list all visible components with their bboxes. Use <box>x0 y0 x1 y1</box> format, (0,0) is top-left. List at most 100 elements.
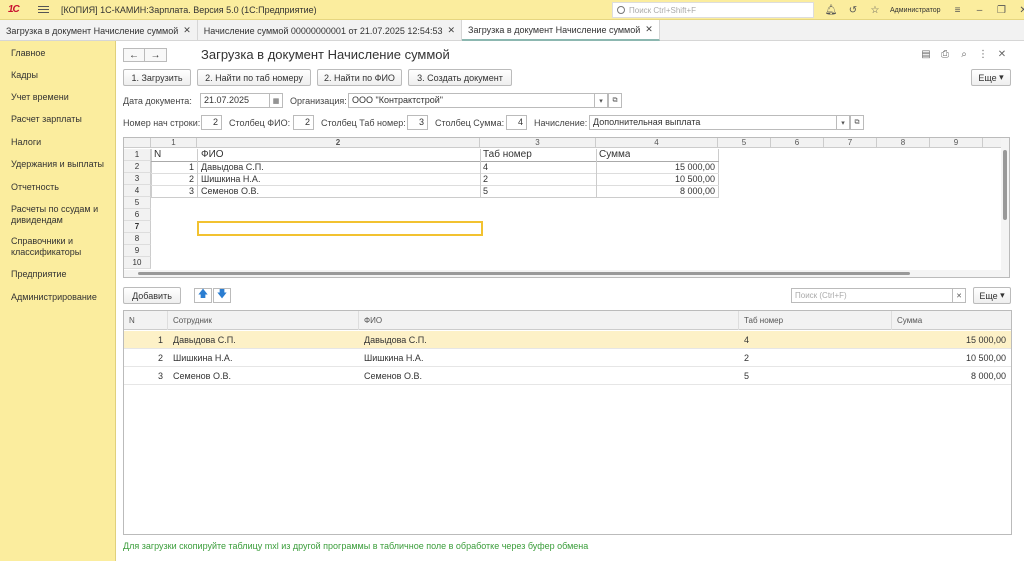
forward-button[interactable]: → <box>145 48 167 62</box>
table-row[interactable]: 3 Семенов О.В. Семенов О.В. 5 8 000,00 <box>124 367 1011 385</box>
settings-menu-icon[interactable]: ≡ <box>947 0 969 20</box>
find-by-tab-button[interactable]: 2. Найти по таб номеру <box>197 69 311 86</box>
table-row[interactable]: 1 Давыдова С.П. Давыдова С.П. 4 15 000,0… <box>124 331 1011 349</box>
accrual-dropdown-icon[interactable]: ▾ <box>836 115 850 130</box>
sheet-col-header[interactable]: 5 <box>718 138 771 148</box>
sheet-cell[interactable]: 2 <box>483 173 488 185</box>
sidebar-item-taxes[interactable]: Налоги <box>11 137 111 148</box>
back-button[interactable]: ← <box>123 48 145 62</box>
sheet-cell[interactable]: 5 <box>483 185 488 197</box>
sidebar-item-reports[interactable]: Отчетность <box>11 182 111 193</box>
sidebar-item-deductions[interactable]: Удержания и выплаты <box>11 159 111 170</box>
sheet-cell-fio-header[interactable]: ФИО <box>201 149 224 161</box>
sheet-cell-tab-header[interactable]: Таб номер <box>483 149 532 161</box>
close-tab-icon[interactable]: ✕ <box>645 24 653 35</box>
close-tab-icon[interactable]: ✕ <box>183 25 191 36</box>
column-header-employee[interactable]: Сотрудник <box>168 311 359 330</box>
restore-icon[interactable]: ❐ <box>991 0 1013 20</box>
sheet-row-header[interactable]: 10 <box>124 257 151 269</box>
selected-cell[interactable] <box>197 221 483 236</box>
accrual-open-icon[interactable]: ⧉ <box>850 115 864 130</box>
more-vertical-icon[interactable]: ⋮ <box>976 48 990 61</box>
star-icon[interactable]: ☆ <box>864 0 886 20</box>
org-field[interactable]: ООО "Контрактстрой" <box>348 93 596 108</box>
sheet-vertical-scrollbar[interactable] <box>1001 138 1009 272</box>
sheet-cell[interactable]: 8 000,00 <box>599 185 715 197</box>
tab-load-1[interactable]: Загрузка в документ Начисление суммой ✕ <box>0 20 198 41</box>
bell-icon[interactable]: 🔔︎ <box>820 0 842 20</box>
tab-col-field[interactable]: 3 <box>407 115 428 130</box>
more-button[interactable]: Еще ▾ <box>971 69 1011 86</box>
find-by-fio-button[interactable]: 2. Найти по ФИО <box>317 69 402 86</box>
sheet-col-header[interactable]: 2 <box>197 138 480 148</box>
close-window-icon[interactable]: ✕ <box>1013 0 1024 20</box>
sheet-row-header[interactable]: 8 <box>124 233 151 245</box>
user-name[interactable]: Администратор <box>890 7 941 14</box>
sheet-row-header[interactable]: 5 <box>124 197 151 209</box>
calendar-icon[interactable]: ▦ <box>269 93 283 108</box>
doc-date-field[interactable]: 21.07.2025 <box>200 93 271 108</box>
sheet-cell[interactable]: 10 500,00 <box>599 173 715 185</box>
move-up-icon[interactable]: 🡅︎ <box>194 288 212 303</box>
load-button[interactable]: 1. Загрузить <box>123 69 191 86</box>
sheet-col-header[interactable]: 4 <box>596 138 718 148</box>
sheet-cell[interactable]: 3 <box>151 185 194 197</box>
preview-icon[interactable]: ⌕ <box>957 48 971 61</box>
sheet-col-header[interactable]: 7 <box>824 138 877 148</box>
move-down-icon[interactable]: 🡇︎ <box>213 288 231 303</box>
menu-icon[interactable] <box>38 6 49 13</box>
sheet-cell[interactable]: 2 <box>151 173 194 185</box>
print-icon[interactable]: ⎙ <box>938 48 952 61</box>
column-header-tab[interactable]: Таб номер <box>739 311 892 330</box>
sheet-row-header[interactable]: 4 <box>124 185 151 197</box>
fio-col-field[interactable]: 2 <box>293 115 314 130</box>
sheet-col-header[interactable]: 8 <box>877 138 930 148</box>
sidebar-item-time[interactable]: Учет времени <box>11 92 111 103</box>
sheet-col-header[interactable]: 3 <box>480 138 596 148</box>
global-search-input[interactable]: Поиск Ctrl+Shift+F <box>612 2 814 18</box>
sheet-cell[interactable]: Давыдова С.П. <box>201 161 264 173</box>
add-button[interactable]: Добавить <box>123 287 181 304</box>
sheet-row-header[interactable]: 2 <box>124 161 151 173</box>
sum-col-field[interactable]: 4 <box>506 115 527 130</box>
sheet-col-header[interactable]: 9 <box>930 138 983 148</box>
sheet-row-header[interactable]: 6 <box>124 209 151 221</box>
table-more-button[interactable]: Еще ▾ <box>973 287 1011 304</box>
create-document-button[interactable]: 3. Создать документ <box>408 69 512 86</box>
column-header-sum[interactable]: Сумма <box>892 311 1011 330</box>
sidebar-item-enterprise[interactable]: Предприятие <box>11 269 111 280</box>
org-open-icon[interactable]: ⧉ <box>608 93 622 108</box>
sheet-cell[interactable]: 1 <box>151 161 194 173</box>
scroll-thumb[interactable] <box>138 272 910 275</box>
minimize-icon[interactable]: – <box>969 0 991 20</box>
column-header-fio[interactable]: ФИО <box>359 311 739 330</box>
sheet-row-header[interactable]: 3 <box>124 173 151 185</box>
spreadsheet[interactable]: 1 2 3 4 5 6 7 8 9 1 2 3 4 5 6 7 8 9 10 N… <box>123 137 1010 278</box>
sidebar-item-hr[interactable]: Кадры <box>11 70 111 81</box>
save-icon[interactable]: ▤ <box>919 48 933 61</box>
clear-search-icon[interactable]: ✕ <box>952 288 966 303</box>
sidebar-item-loans[interactable]: Расчеты по ссудам и дивидендам <box>11 204 111 226</box>
sheet-row-header[interactable]: 1 <box>124 149 151 161</box>
sheet-cell-n-header[interactable]: N <box>154 149 161 161</box>
tab-accrual-doc[interactable]: Начисление суммой 00000000001 от 21.07.2… <box>198 20 463 41</box>
sheet-cell-sum-header[interactable]: Сумма <box>599 149 630 161</box>
column-header-n[interactable]: N <box>124 311 168 330</box>
close-tab-icon[interactable]: ✕ <box>447 25 455 36</box>
sheet-cell[interactable]: 15 000,00 <box>599 161 715 173</box>
accrual-field[interactable]: Дополнительная выплата <box>589 115 839 130</box>
sidebar-item-admin[interactable]: Администрирование <box>11 292 111 303</box>
sidebar-item-catalogs[interactable]: Справочники и классификаторы <box>11 236 111 258</box>
sheet-cell[interactable]: Семенов О.В. <box>201 185 259 197</box>
sheet-cell[interactable]: Шишкина Н.А. <box>201 173 260 185</box>
sheet-horizontal-scrollbar[interactable] <box>124 270 1009 277</box>
start-row-field[interactable]: 2 <box>201 115 222 130</box>
sheet-row-header[interactable]: 7 <box>124 221 151 233</box>
table-search-input[interactable]: Поиск (Ctrl+F) <box>791 288 953 303</box>
sheet-row-header[interactable]: 9 <box>124 245 151 257</box>
sheet-col-header[interactable]: 6 <box>771 138 824 148</box>
sheet-cell[interactable]: 4 <box>483 161 488 173</box>
sidebar-item-main[interactable]: Главное <box>11 48 111 59</box>
table-row[interactable]: 2 Шишкина Н.А. Шишкина Н.А. 2 10 500,00 <box>124 349 1011 367</box>
tab-load-2[interactable]: Загрузка в документ Начисление суммой ✕ <box>462 20 660 41</box>
